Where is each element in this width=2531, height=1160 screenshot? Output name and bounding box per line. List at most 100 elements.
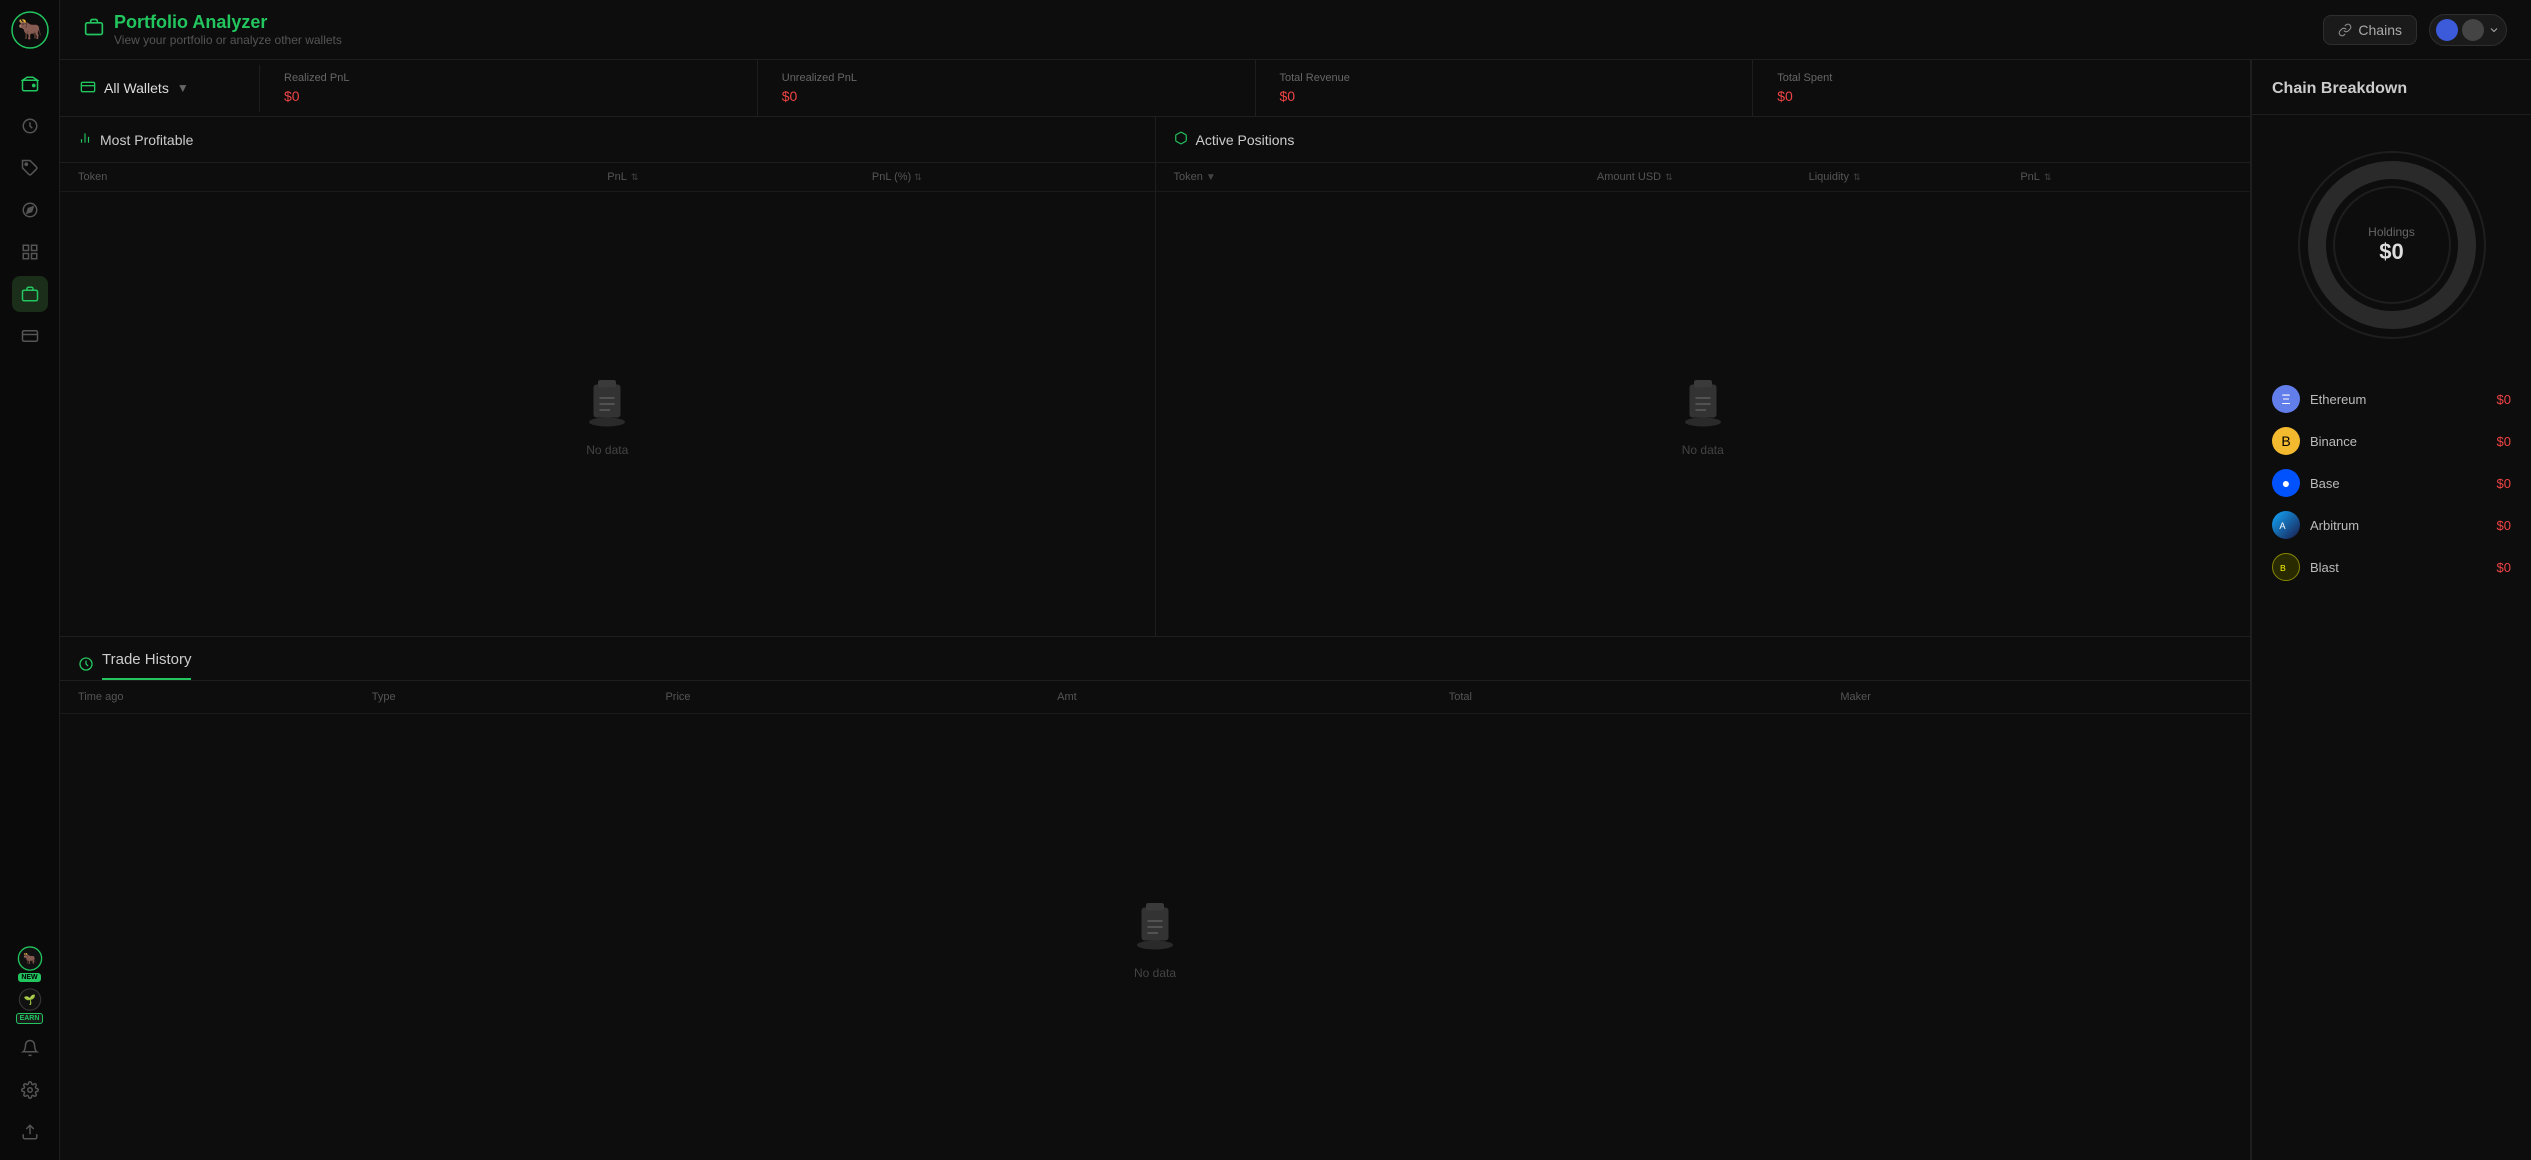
blast-icon: B — [2272, 553, 2300, 581]
wallet-icon — [80, 79, 96, 98]
portfolio-icon — [84, 17, 104, 42]
trade-history-table-header: Time ago Type Price Amt Total Maker — [60, 680, 2250, 714]
svg-text:A: A — [2279, 521, 2286, 531]
active-positions-no-data-text: No data — [1682, 443, 1724, 457]
wallet-selector[interactable]: All Wallets ▼ — [60, 65, 260, 112]
sidebar-item-card[interactable] — [12, 318, 48, 354]
col-type-header: Type — [372, 691, 666, 703]
arbitrum-value: $0 — [2497, 518, 2511, 533]
stat-total-spent: Total Spent $0 — [1753, 60, 2250, 116]
sidebar-item-history[interactable] — [12, 108, 48, 144]
active-positions-no-data: No data — [1156, 192, 2251, 636]
most-profitable-no-data-text: No data — [586, 443, 628, 457]
base-name: Base — [2310, 476, 2487, 491]
pnl2-sort-icon: ⇅ — [2044, 172, 2052, 183]
new-badge: NEW — [18, 973, 40, 982]
sidebar-item-wallet[interactable] — [12, 66, 48, 102]
stat-total-revenue: Total Revenue $0 — [1256, 60, 1754, 116]
topbar-left: Portfolio Analyzer View your portfolio o… — [84, 12, 342, 47]
sidebar-item-grid[interactable] — [12, 234, 48, 270]
most-profitable-header: Most Profitable — [60, 117, 1155, 163]
topbar: Portfolio Analyzer View your portfolio o… — [60, 0, 2531, 60]
sidebar-item-briefcase[interactable] — [12, 276, 48, 312]
token-filter-icon: ▼ — [1206, 172, 1216, 183]
trade-history-title: Trade History — [102, 651, 191, 680]
sidebar-item-bell[interactable] — [12, 1030, 48, 1066]
col-ap-liquidity-header: Liquidity ⇅ — [1809, 171, 2021, 183]
sidebar-item-settings[interactable] — [12, 1072, 48, 1108]
donut-holdings-value: $0 — [2368, 239, 2415, 265]
base-value: $0 — [2497, 476, 2511, 491]
binance-name: Binance — [2310, 434, 2487, 449]
sidebar-item-earn[interactable]: 🌱 EARN — [12, 988, 48, 1024]
arbitrum-name: Arbitrum — [2310, 518, 2487, 533]
trade-history-no-data: No data — [60, 714, 2250, 1160]
most-profitable-panel: Most Profitable Token PnL ⇅ PnL (%) ⇅ — [60, 117, 1156, 636]
most-profitable-icon — [78, 131, 92, 148]
stats-row: Realized PnL $0 Unrealized PnL $0 Total … — [260, 60, 2250, 116]
stat-unrealized-value: $0 — [782, 88, 1231, 104]
chains-button[interactable]: Chains — [2323, 15, 2417, 45]
binance-icon: B — [2272, 427, 2300, 455]
left-panels: All Wallets ▼ Realized PnL $0 Unrealized… — [60, 60, 2251, 1160]
stat-realized-pnl: Realized PnL $0 — [260, 60, 758, 116]
col-amt-header: Amt — [1057, 691, 1449, 703]
no-data-icon-trades — [1125, 894, 1185, 954]
sidebar-item-export[interactable] — [12, 1114, 48, 1150]
stat-unrealized-label: Unrealized PnL — [782, 72, 1231, 84]
donut-center: Holdings $0 — [2368, 225, 2415, 265]
stat-spent-value: $0 — [1777, 88, 2226, 104]
content-area: All Wallets ▼ Realized PnL $0 Unrealized… — [60, 60, 2531, 1160]
toggle-dot-gray — [2462, 19, 2484, 41]
app-logo[interactable]: 🐂 — [10, 10, 50, 50]
col-time-header: Time ago — [78, 691, 372, 703]
ethereum-value: $0 — [2497, 392, 2511, 407]
col-ap-pnl-header: PnL ⇅ — [2020, 171, 2232, 183]
stat-revenue-label: Total Revenue — [1280, 72, 1729, 84]
base-icon: ● — [2272, 469, 2300, 497]
chain-breakdown-title: Chain Breakdown — [2252, 80, 2531, 115]
page-title: Portfolio Analyzer — [114, 12, 342, 33]
ethereum-name: Ethereum — [2310, 392, 2487, 407]
stat-spent-label: Total Spent — [1777, 72, 2226, 84]
col-pnl-header: PnL ⇅ — [607, 171, 872, 183]
no-data-icon-positions — [1673, 371, 1733, 431]
chain-item-binance: B Binance $0 — [2272, 427, 2511, 455]
stat-unrealized-pnl: Unrealized PnL $0 — [758, 60, 1256, 116]
amount-sort-icon: ⇅ — [1665, 172, 1673, 183]
col-ap-token-header: Token ▼ — [1174, 171, 1597, 183]
chain-list: Ξ Ethereum $0 B Binance $0 ● Base $0 — [2252, 375, 2531, 591]
trade-history-icon — [78, 656, 94, 675]
chain-item-ethereum: Ξ Ethereum $0 — [2272, 385, 2511, 413]
arbitrum-icon: A — [2272, 511, 2300, 539]
trade-history-panel: Trade History Time ago Type Price Amt To… — [60, 637, 2250, 1160]
donut-chart-container: Holdings $0 — [2252, 115, 2531, 375]
svg-text:B: B — [2280, 563, 2286, 573]
most-profitable-table-header: Token PnL ⇅ PnL (%) ⇅ — [60, 163, 1155, 192]
donut-holdings-label: Holdings — [2368, 225, 2415, 239]
chain-item-blast: B Blast $0 — [2272, 553, 2511, 581]
svg-text:🌱: 🌱 — [23, 994, 35, 1006]
chain-breakdown-panel: Chain Breakdown Holdings $0 Ξ Ethereum $ — [2251, 60, 2531, 1160]
theme-toggle[interactable] — [2429, 14, 2507, 46]
sidebar-item-compass[interactable] — [12, 192, 48, 228]
trade-history-no-data-text: No data — [1134, 966, 1176, 980]
topbar-right: Chains — [2323, 14, 2507, 46]
blast-name: Blast — [2310, 560, 2487, 575]
sidebar: 🐂 — [0, 0, 60, 1160]
chain-item-arbitrum: A Arbitrum $0 — [2272, 511, 2511, 539]
chain-item-base: ● Base $0 — [2272, 469, 2511, 497]
page-subtitle: View your portfolio or analyze other wal… — [114, 33, 342, 47]
pnl-sort-icon: ⇅ — [631, 172, 639, 183]
svg-text:🐂: 🐂 — [23, 952, 36, 965]
most-profitable-title: Most Profitable — [100, 132, 193, 148]
sidebar-item-tag[interactable] — [12, 150, 48, 186]
no-data-icon-profitable — [577, 371, 637, 431]
svg-text:🐂: 🐂 — [17, 19, 42, 41]
col-pnlpct-header: PnL (%) ⇅ — [872, 171, 1137, 183]
active-positions-table-header: Token ▼ Amount USD ⇅ Liquidity ⇅ PnL — [1156, 163, 2251, 192]
col-ap-amount-header: Amount USD ⇅ — [1597, 171, 1809, 183]
col-price-header: Price — [665, 691, 1057, 703]
sidebar-item-new[interactable]: 🐂 NEW — [12, 946, 48, 982]
most-profitable-no-data: No data — [60, 192, 1155, 636]
